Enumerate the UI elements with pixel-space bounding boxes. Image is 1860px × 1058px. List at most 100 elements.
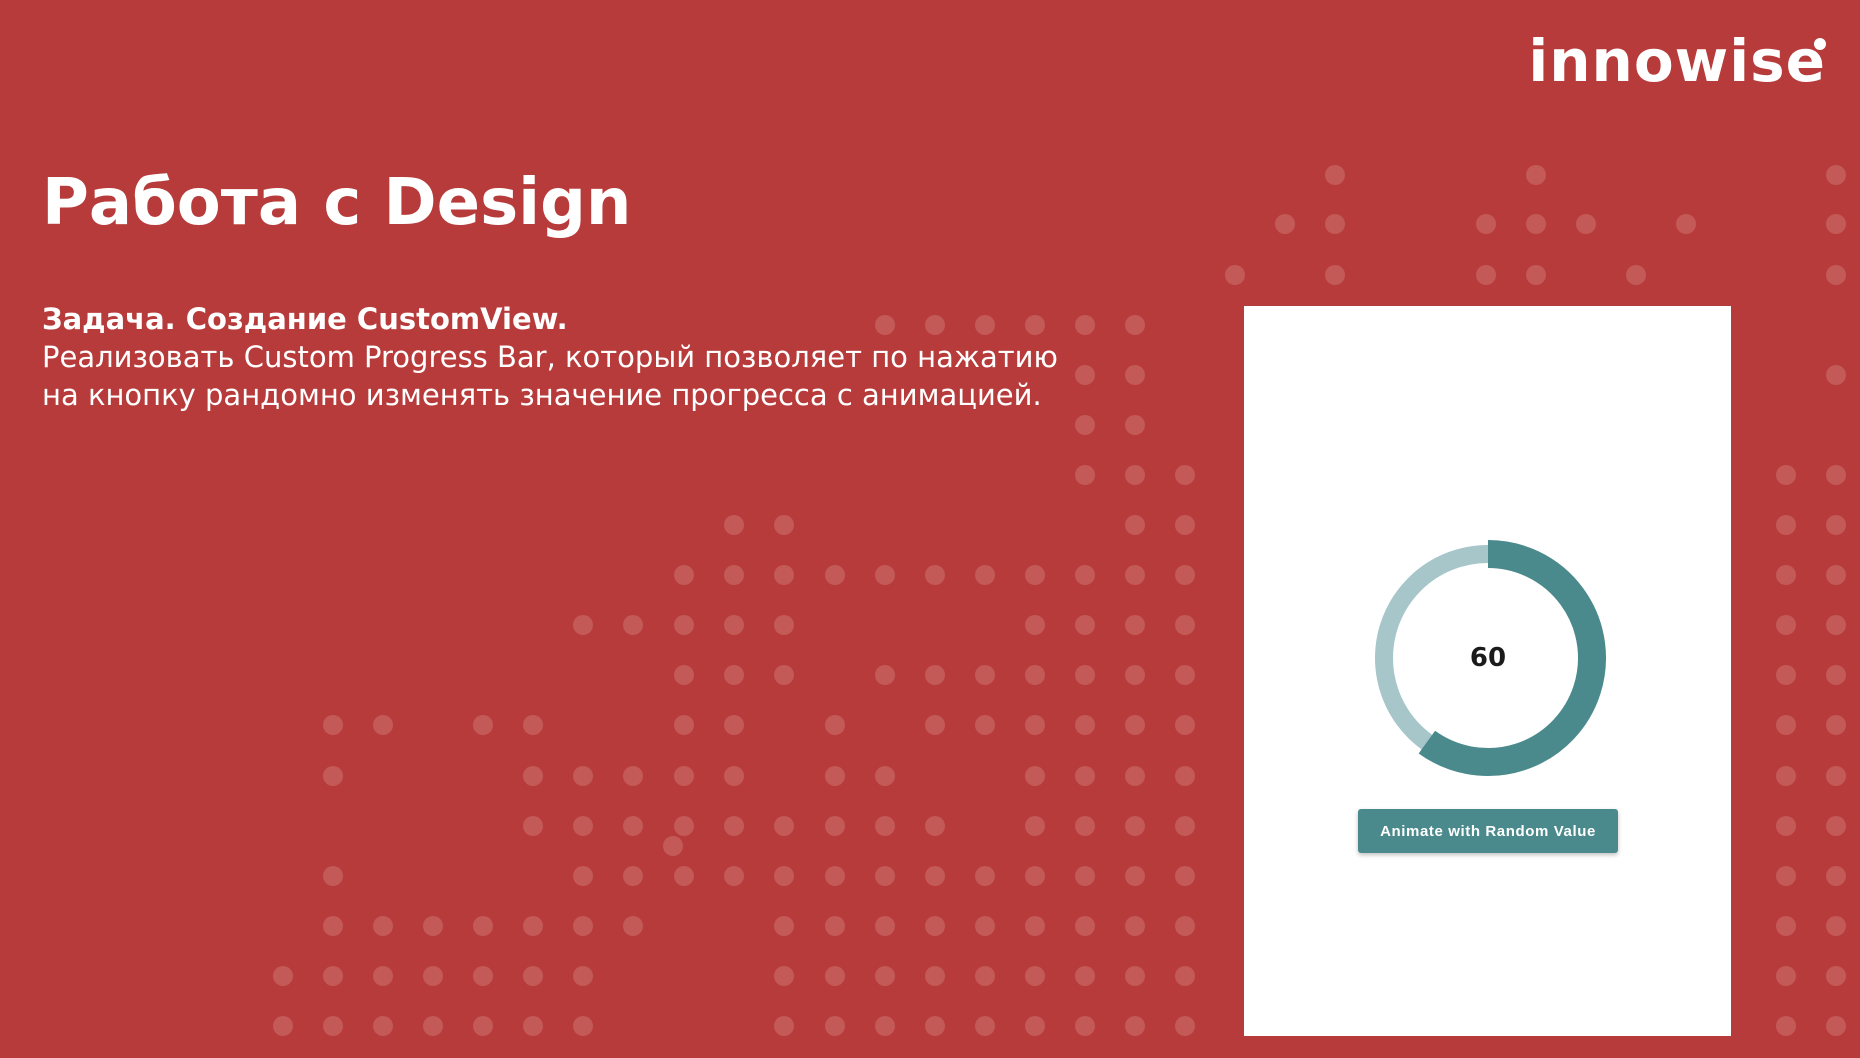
background-dot — [774, 916, 794, 936]
task-body: Реализовать Custom Progress Bar, который… — [42, 340, 1058, 412]
background-dot — [573, 966, 593, 986]
background-dot — [573, 766, 593, 786]
background-dot — [1526, 265, 1546, 285]
background-dot — [825, 715, 845, 735]
background-dot — [1826, 465, 1846, 485]
background-dot — [1776, 565, 1796, 585]
background-dot — [1175, 465, 1195, 485]
background-dot — [925, 866, 945, 886]
background-dot — [1125, 465, 1145, 485]
background-dot — [774, 1016, 794, 1036]
background-dot — [925, 715, 945, 735]
background-dot — [1175, 866, 1195, 886]
background-dot — [975, 1016, 995, 1036]
background-dot — [975, 966, 995, 986]
background-dot — [1175, 665, 1195, 685]
background-dot — [1025, 565, 1045, 585]
background-dot — [975, 916, 995, 936]
background-dot — [1776, 866, 1796, 886]
background-dot — [1125, 816, 1145, 836]
slide-title: Работа с Design — [42, 166, 632, 240]
background-dot — [1676, 214, 1696, 234]
background-dot — [1826, 214, 1846, 234]
background-dot — [674, 866, 694, 886]
background-dot — [623, 615, 643, 635]
background-dot — [423, 966, 443, 986]
task-heading: Задача. Создание CustomView. — [42, 302, 568, 336]
background-dot — [724, 866, 744, 886]
background-dot — [1125, 1016, 1145, 1036]
background-dot — [975, 665, 995, 685]
background-dot — [825, 816, 845, 836]
background-dot — [1175, 615, 1195, 635]
background-dot — [674, 715, 694, 735]
background-dot — [724, 565, 744, 585]
background-dot — [473, 966, 493, 986]
background-dot — [1025, 916, 1045, 936]
background-dot — [1826, 365, 1846, 385]
background-dot — [623, 916, 643, 936]
background-dot — [1075, 715, 1095, 735]
background-dot — [1776, 615, 1796, 635]
background-dot — [1826, 966, 1846, 986]
background-dot — [1275, 214, 1295, 234]
animate-random-value-button[interactable]: Animate with Random Value — [1358, 809, 1618, 853]
background-dot — [1826, 265, 1846, 285]
background-dot — [925, 916, 945, 936]
background-dot — [423, 1016, 443, 1036]
background-dot — [1175, 816, 1195, 836]
background-dot — [1826, 515, 1846, 535]
background-dot — [1075, 465, 1095, 485]
background-dot — [1776, 816, 1796, 836]
background-dot — [573, 916, 593, 936]
phone-screen-mockup: 60 Animate with Random Value — [1244, 306, 1731, 1036]
background-dot — [1776, 1016, 1796, 1036]
background-dot — [674, 816, 694, 836]
background-dot — [523, 766, 543, 786]
background-dot — [774, 665, 794, 685]
background-dot — [1776, 966, 1796, 986]
background-dot — [1325, 214, 1345, 234]
background-dot — [1075, 615, 1095, 635]
background-dot — [875, 766, 895, 786]
background-dot — [875, 866, 895, 886]
background-dot — [925, 966, 945, 986]
background-dot — [774, 866, 794, 886]
background-dot — [774, 615, 794, 635]
background-dot — [1826, 766, 1846, 786]
background-dot — [1175, 916, 1195, 936]
background-dot — [1776, 766, 1796, 786]
background-dot — [1826, 165, 1846, 185]
background-dot — [875, 916, 895, 936]
background-dot — [1826, 816, 1846, 836]
background-dot — [323, 766, 343, 786]
background-dot — [1025, 966, 1045, 986]
background-dot — [1826, 565, 1846, 585]
background-dot — [1125, 766, 1145, 786]
background-dot — [573, 816, 593, 836]
background-dot — [1125, 615, 1145, 635]
background-dot — [1325, 265, 1345, 285]
background-dot — [1075, 966, 1095, 986]
background-dot — [1526, 165, 1546, 185]
background-dot — [323, 1016, 343, 1036]
background-dot — [523, 916, 543, 936]
background-dot — [523, 1016, 543, 1036]
background-dot — [1075, 916, 1095, 936]
innowise-logo: innowise — [1528, 27, 1826, 95]
background-dot — [1826, 916, 1846, 936]
background-dot — [1576, 214, 1596, 234]
background-dot — [1776, 715, 1796, 735]
background-dot — [1776, 515, 1796, 535]
background-dot — [724, 665, 744, 685]
background-dot — [1025, 816, 1045, 836]
background-dot — [724, 766, 744, 786]
background-dot — [1776, 665, 1796, 685]
background-dot — [473, 916, 493, 936]
background-dot — [273, 1016, 293, 1036]
background-dot — [623, 816, 643, 836]
background-dot — [1075, 665, 1095, 685]
background-dot — [774, 966, 794, 986]
background-dot — [674, 766, 694, 786]
background-dot — [473, 715, 493, 735]
